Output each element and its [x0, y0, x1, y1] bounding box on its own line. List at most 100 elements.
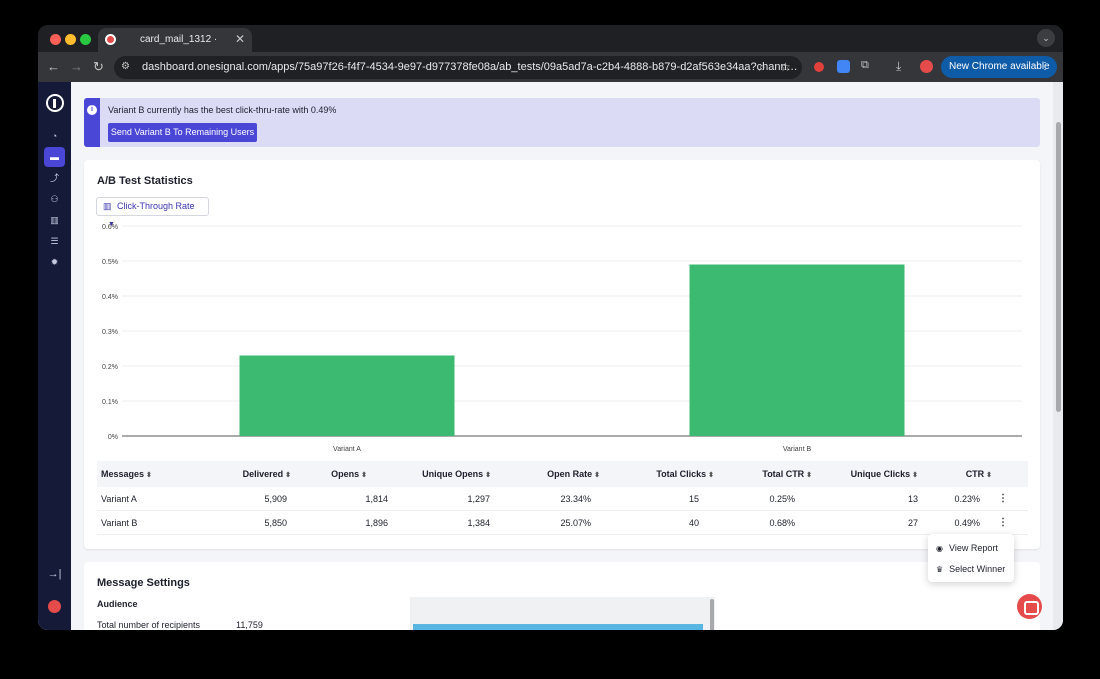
sort-icon[interactable]: ⬍ — [804, 472, 812, 479]
row-actions-kebab-icon[interactable]: ⋮ — [998, 487, 1008, 510]
y-tick-label: 0.6% — [102, 224, 118, 231]
extension-icon[interactable] — [814, 62, 824, 72]
message-settings-title: Message Settings — [97, 577, 190, 589]
new-chrome-label: New Chrome available — [949, 61, 1050, 72]
translate-icon[interactable] — [837, 60, 850, 73]
column-header-unique-clicks[interactable]: Unique Clicks ⬍ — [851, 461, 918, 487]
metric-dropdown-value: Click-Through Rate — [117, 201, 195, 211]
table-row: Variant A 5,909 1,814 1,297 23.34% 15 0.25% 13 0… — [97, 487, 1028, 511]
cell-opens: 1,814 — [365, 494, 388, 504]
table-body: Variant A 5,909 1,814 1,297 23.34% 15 0.25% 13 0… — [97, 487, 1028, 535]
browser-tab[interactable]: card_mail_1312 · ✕ — [98, 28, 252, 52]
sort-icon[interactable]: ⬍ — [910, 472, 918, 479]
cell-total-ctr: 0.68% — [769, 518, 795, 528]
support-chat-button[interactable] — [1017, 594, 1042, 619]
back-icon[interactable]: ← — [47, 59, 60, 74]
sort-icon[interactable]: ⬍ — [483, 472, 491, 479]
column-header-total-clicks[interactable]: Total Clicks ⬍ — [656, 461, 714, 487]
journeys-icon[interactable]: ⤴ — [44, 168, 65, 188]
bar-variant-a — [239, 355, 455, 436]
bookmark-star-icon[interactable]: ☆ — [780, 60, 791, 74]
cell-unique-clicks: 13 — [907, 494, 918, 504]
sort-icon[interactable]: ⬍ — [706, 472, 714, 479]
trophy-icon: ♛ — [936, 565, 944, 574]
profile-avatar[interactable] — [920, 60, 933, 73]
preview-bar — [413, 624, 703, 630]
y-tick-label: 0% — [108, 434, 118, 441]
user-avatar[interactable] — [48, 600, 61, 613]
chrome-menu-icon[interactable]: ⋮ — [1040, 56, 1050, 78]
row-actions-menu: ◉ View Report ♛ Select Winner — [928, 534, 1014, 582]
address-bar[interactable]: ⚙ dashboard.onesignal.com/apps/75a97f26-… — [114, 56, 802, 79]
column-header-open-rate[interactable]: Open Rate ⬍ — [547, 461, 600, 487]
browser-toolbar: ← → ↻ ⚙ dashboard.onesignal.com/apps/75a… — [38, 52, 1063, 82]
cell-total-ctr: 0.25% — [769, 494, 795, 504]
sort-icon[interactable]: ⬍ — [283, 472, 291, 479]
close-window-button[interactable] — [50, 34, 61, 45]
sort-icon[interactable]: ⬍ — [592, 472, 600, 479]
forward-icon[interactable]: → — [70, 59, 83, 74]
tab-title: card_mail_1312 · — [140, 34, 218, 45]
zoom-icon[interactable]: ⌕ — [759, 60, 766, 75]
download-icon[interactable]: ⤓ — [896, 59, 901, 74]
minimize-window-button[interactable] — [65, 34, 76, 45]
column-header-ctr[interactable]: CTR ⬍ — [966, 461, 992, 487]
audience-heading: Audience — [97, 599, 138, 609]
messages-chat-icon[interactable]: ▬ — [44, 147, 65, 167]
column-header-unique-opens[interactable]: Unique Opens ⬍ — [422, 461, 491, 487]
cell-unique-clicks: 27 — [907, 518, 918, 528]
column-header-label: Messages — [101, 469, 145, 479]
analytics-bar-chart-icon[interactable]: ▥ — [44, 210, 65, 230]
column-header-total-ctr[interactable]: Total CTR ⬍ — [762, 461, 812, 487]
data-database-icon[interactable]: ☰ — [44, 231, 65, 251]
eye-icon: ◉ — [936, 544, 943, 553]
x-tick-label: Variant A — [333, 446, 361, 453]
settings-gear-icon[interactable]: ✹ — [44, 252, 65, 272]
extensions-puzzle-icon[interactable]: ⧉ — [861, 59, 869, 72]
tab-close-icon[interactable]: ✕ — [235, 32, 245, 46]
cell-ctr: 0.49% — [954, 518, 980, 528]
bar-chart-icon: ▥ — [103, 201, 112, 211]
onesignal-logo-icon[interactable] — [46, 94, 64, 112]
y-tick-label: 0.3% — [102, 329, 118, 336]
scrollbar-thumb[interactable] — [1056, 122, 1061, 412]
y-tick-label: 0.1% — [102, 399, 118, 406]
recipients-value: 11,759 — [236, 620, 263, 630]
view-report-menu-item[interactable]: ◉ View Report — [936, 543, 998, 553]
column-header-label: Unique Clicks — [850, 469, 911, 479]
y-tick-label: 0.5% — [102, 259, 118, 266]
maximize-window-button[interactable] — [80, 34, 91, 45]
site-settings-icon[interactable]: ⚙ — [121, 61, 133, 73]
cell-open-rate: 25.07% — [560, 518, 591, 528]
url-text: dashboard.onesignal.com/apps/75a97f26-f4… — [142, 61, 798, 73]
collapse-sidebar-icon[interactable]: →| — [44, 564, 65, 584]
row-actions-kebab-icon[interactable]: ⋮ — [998, 511, 1008, 534]
page-scrollbar[interactable] — [1053, 82, 1063, 630]
dashboard-gauge-icon[interactable]: ◔ — [44, 126, 65, 146]
tab-search-icon[interactable]: ⌄ — [1037, 29, 1055, 47]
column-header-opens[interactable]: Opens ⬍ — [331, 461, 367, 487]
view-report-label: View Report — [948, 543, 998, 553]
new-chrome-available-button[interactable]: New Chrome available ⋮ — [941, 56, 1057, 78]
sidebar: ◔ ▬ ⤴ ⚇ ▥ ☰ ✹ →| — [38, 82, 71, 630]
sort-icon[interactable]: ⬍ — [984, 472, 992, 479]
column-header-messages[interactable]: Messages ⬍ — [101, 461, 152, 487]
audience-users-icon[interactable]: ⚇ — [44, 189, 65, 209]
sort-icon[interactable]: ⬍ — [144, 472, 152, 479]
reload-icon[interactable]: ↻ — [93, 59, 104, 75]
cell-unique-opens: 1,297 — [467, 494, 490, 504]
column-header-delivered[interactable]: Delivered ⬍ — [243, 461, 291, 487]
bar-variant-b — [689, 264, 905, 436]
metric-dropdown[interactable]: ▥ Click-Through Rate ▼ — [96, 197, 209, 228]
cell-total-clicks: 40 — [688, 518, 699, 528]
preview-scrollbar[interactable] — [710, 599, 714, 630]
sort-icon[interactable]: ⬍ — [359, 472, 367, 479]
y-tick-label: 0.2% — [102, 364, 118, 371]
y-tick-label: 0.4% — [102, 294, 118, 301]
banner-message: Variant B currently has the best click-t… — [108, 105, 337, 115]
cell-unique-opens: 1,384 — [467, 518, 490, 528]
column-header-label: Unique Opens — [422, 469, 484, 479]
message-settings-card: Message Settings Audience Total number o… — [84, 562, 1040, 630]
send-variant-b-button[interactable]: Send Variant B To Remaining Users — [108, 123, 257, 142]
select-winner-menu-item[interactable]: ♛ Select Winner — [936, 564, 1005, 574]
